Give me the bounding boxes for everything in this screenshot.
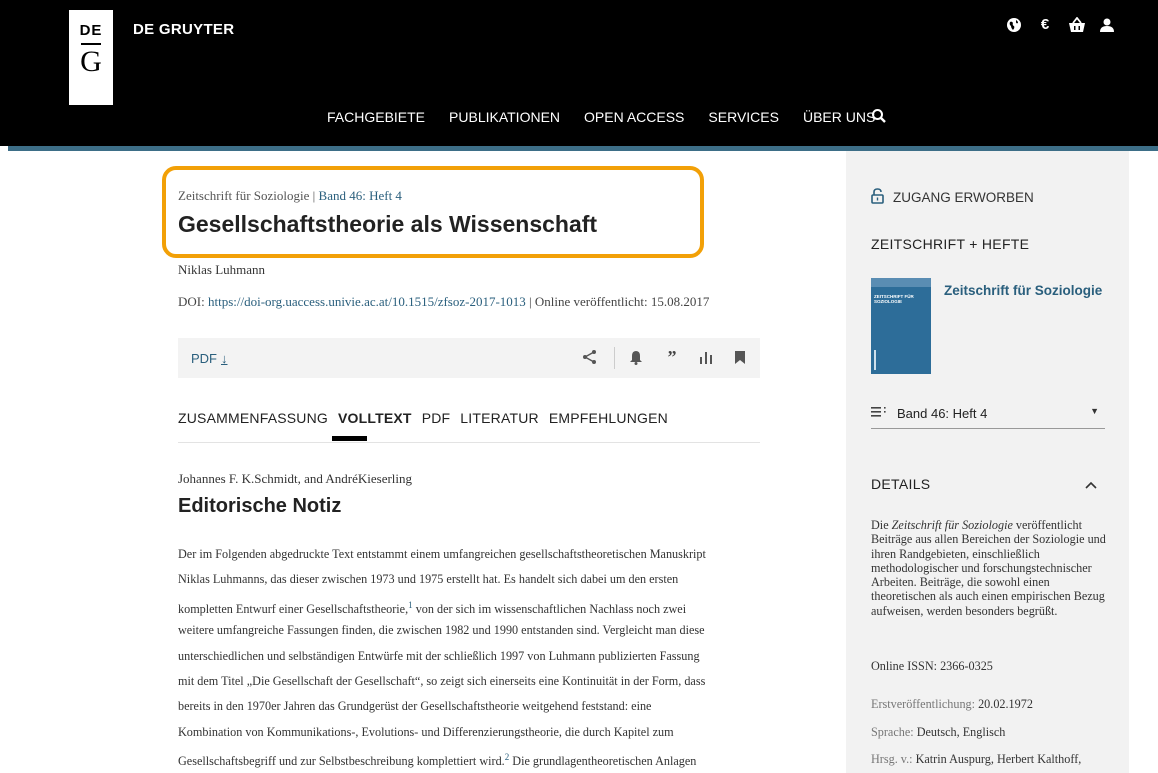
pdf-label: PDF <box>191 351 217 366</box>
main-navigation: FACHGEBIETE PUBLIKATIONEN OPEN ACCESS SE… <box>327 109 899 125</box>
issn-line: Online ISSN: 2366-0325 <box>871 659 993 674</box>
doi-label: DOI: <box>178 294 205 309</box>
article-toolbar: PDF ↓ ” <box>178 338 760 378</box>
body-line: kompletten Entwurf einer Gesellschaftsth… <box>178 597 778 622</box>
details-description: Die Zeitschrift für Soziologie veröffent… <box>871 518 1108 618</box>
first-publication-label: Erstveröffentlichung: <box>871 697 976 711</box>
online-published-label: | Online veröffentlicht: <box>529 294 648 309</box>
body-line: weitere umfangreiche Fassungen finden, d… <box>178 623 705 638</box>
body-line: Niklas Luhmanns, das dieser zwischen 197… <box>178 572 679 587</box>
site-header: DE G DE GRUYTER € FACHGEBIETE PUBLIKATIO… <box>0 0 1158 146</box>
brand-name[interactable]: DE GRUYTER <box>133 21 234 38</box>
globe-icon[interactable] <box>1006 17 1022 33</box>
share-icon[interactable] <box>581 348 599 366</box>
article-author[interactable]: Niklas Luhmann <box>178 262 265 278</box>
cover-title-text: ZEITSCHRIFT FÜR SOZIOLOGIE <box>874 294 914 304</box>
editors-line: Johannes F. K.Schmidt, and AndréKieserli… <box>178 471 413 486</box>
logo-de-text: DE <box>79 22 103 39</box>
nav-publikationen[interactable]: PUBLIKATIONEN <box>449 109 560 125</box>
issn-value: 2366-0325 <box>940 659 993 673</box>
logo-g-text: G <box>80 45 102 78</box>
journal-heading: ZEITSCHRIFT + HEFTE <box>871 236 1030 252</box>
issn-label: Online ISSN: <box>871 659 938 673</box>
cover-band <box>871 278 931 287</box>
active-tab-indicator <box>332 436 367 441</box>
journal-cover-image[interactable]: ZEITSCHRIFT FÜR SOZIOLOGIE <box>871 278 931 374</box>
body-line: Kombination von Kommunikations-, Evoluti… <box>178 724 674 739</box>
download-icon: ↓ <box>221 351 228 366</box>
nav-open-access[interactable]: OPEN ACCESS <box>584 109 684 125</box>
body-line-text: kompletten Entwurf einer Gesellschaftsth… <box>178 601 409 616</box>
tab-pdf[interactable]: PDF <box>422 410 451 426</box>
quote-icon[interactable]: ” <box>663 347 681 367</box>
metrics-icon[interactable] <box>697 348 715 366</box>
issue-dropdown[interactable]: Band 46: Heft 4 ▼ <box>871 403 1105 429</box>
language-value: Deutsch, Englisch <box>916 725 1006 739</box>
article-tabs: ZUSAMMENFASSUNG VOLLTEXT PDF LITERATUR E… <box>178 410 678 426</box>
tab-zusammenfassung[interactable]: ZUSAMMENFASSUNG <box>178 410 328 426</box>
body-line: Der im Folgenden abgedruckte Text entsta… <box>178 547 706 561</box>
breadcrumb-journal: Zeitschrift für Soziologie <box>178 188 310 203</box>
first-publication-line: Erstveröffentlichung: 20.02.1972 <box>871 697 1033 712</box>
user-icon[interactable] <box>1099 17 1115 33</box>
de-gruyter-logo[interactable]: DE G <box>69 10 113 105</box>
online-published-date: 15.08.2017 <box>650 294 710 309</box>
body-line: unterschiedlichen und selbständigen Entw… <box>178 648 700 663</box>
tabs-divider <box>178 442 760 443</box>
nav-services[interactable]: SERVICES <box>708 109 779 125</box>
bookmark-icon[interactable] <box>731 348 749 366</box>
body-line-text: Gesellschaftsbegriff und zur Selbstbesch… <box>178 754 505 769</box>
tab-literatur[interactable]: LITERATUR <box>460 410 539 426</box>
chevron-up-icon[interactable] <box>1085 476 1097 492</box>
toolbar-divider <box>614 347 615 369</box>
search-icon[interactable] <box>871 108 887 129</box>
nav-fachgebiete[interactable]: FACHGEBIETE <box>327 109 425 125</box>
nav-ueber-uns[interactable]: ÜBER UNS <box>803 109 875 125</box>
bell-icon[interactable] <box>627 348 645 366</box>
language-line: Sprache: Deutsch, Englisch <box>871 725 1005 740</box>
chevron-down-icon: ▼ <box>1090 406 1099 416</box>
editors-value[interactable]: Katrin Auspurg, Herbert Kalthoff, <box>916 752 1082 766</box>
breadcrumb-issue-link[interactable]: Band 46: Heft 4 <box>319 188 402 203</box>
details-journal-name: Zeitschrift für Soziologie <box>891 518 1013 532</box>
details-body: veröffentlicht Beiträge aus allen Bereic… <box>871 518 1106 618</box>
body-line: mit dem Titel „Die Gesellschaft der Gese… <box>178 673 706 688</box>
body-line: Gesellschaftsbegriff und zur Selbstbesch… <box>178 749 778 773</box>
cover-rule <box>874 350 876 370</box>
body-line-text: von der sich im wissenschaftlichen Nachl… <box>412 601 687 616</box>
body-line: bereits in den 1970er Jahren das Grundge… <box>178 699 652 714</box>
doi-link[interactable]: https://doi-org.uaccess.univie.ac.at/10.… <box>208 294 526 309</box>
language-label: Sprache: <box>871 725 914 739</box>
article-title: Gesellschaftstheorie als Wissenschaft <box>178 211 598 237</box>
editors-label: Hrsg. v.: <box>871 752 913 766</box>
doi-line: DOI: https://doi-org.uaccess.univie.ac.a… <box>178 294 709 310</box>
breadcrumb: Zeitschrift für Soziologie | Band 46: He… <box>178 188 402 204</box>
list-icon <box>871 406 887 421</box>
access-label: ZUGANG ERWORBEN <box>893 190 1034 205</box>
editors-meta-line: Hrsg. v.: Katrin Auspurg, Herbert Kaltho… <box>871 752 1081 767</box>
unlock-icon <box>871 188 884 207</box>
issue-dropdown-value: Band 46: Heft 4 <box>897 406 988 421</box>
utility-icons: € <box>1006 17 1115 33</box>
euro-icon[interactable]: € <box>1037 17 1053 33</box>
journal-name-link[interactable]: Zeitschrift für Soziologie <box>944 283 1102 298</box>
basket-icon[interactable] <box>1068 16 1085 33</box>
tab-volltext[interactable]: VOLLTEXT <box>338 410 412 426</box>
access-status: ZUGANG ERWORBEN <box>871 188 1034 207</box>
section-title: Editorische Notiz <box>178 495 342 517</box>
details-heading[interactable]: DETAILS <box>871 476 1105 492</box>
first-publication-value: 20.02.1972 <box>978 697 1033 711</box>
body-line-text: Die grundlagentheoretischen Anlagen <box>509 754 697 769</box>
breadcrumb-separator: | <box>309 188 319 203</box>
pdf-download-button[interactable]: PDF ↓ <box>191 351 228 366</box>
tab-empfehlungen[interactable]: EMPFEHLUNGEN <box>549 410 668 426</box>
details-intro: Die <box>871 518 892 532</box>
sidebar: ZUGANG ERWORBEN ZEITSCHRIFT + HEFTE ZEIT… <box>846 151 1129 773</box>
article-body: Der im Folgenden abgedruckte Text entsta… <box>178 546 778 773</box>
